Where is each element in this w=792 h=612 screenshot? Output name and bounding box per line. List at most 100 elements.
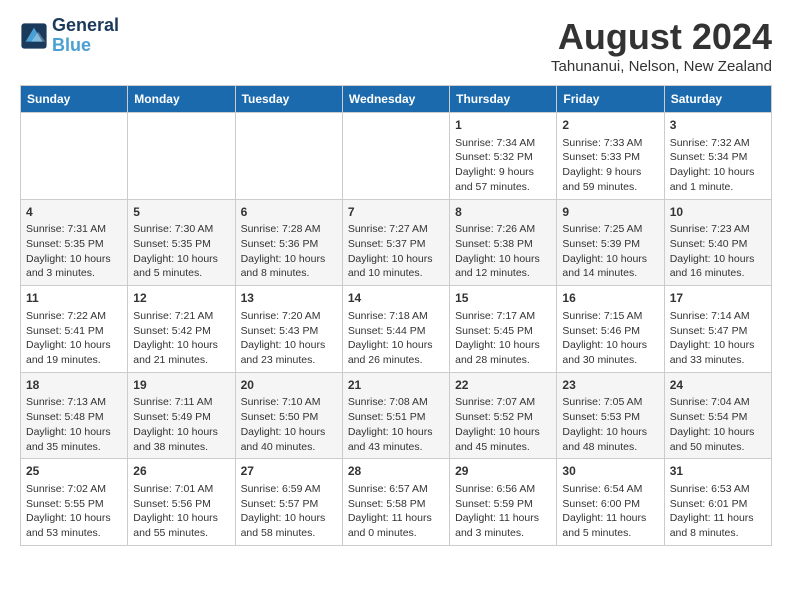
day-info: Sunrise: 7:26 AMSunset: 5:38 PMDaylight:… bbox=[455, 222, 551, 281]
day-info: Sunrise: 7:01 AMSunset: 5:56 PMDaylight:… bbox=[133, 482, 229, 541]
calendar-cell: 19Sunrise: 7:11 AMSunset: 5:49 PMDayligh… bbox=[128, 372, 235, 459]
calendar-cell: 31 Sunrise: 6:53 AMSunset: 6:01 PMDayligh… bbox=[664, 459, 771, 546]
day-number: 25 bbox=[26, 463, 122, 480]
calendar-cell: 29 Sunrise: 6:56 AMSunset: 5:59 PMDayligh… bbox=[450, 459, 557, 546]
week-row-1: 4Sunrise: 7:31 AMSunset: 5:35 PMDaylight… bbox=[21, 199, 772, 286]
day-number: 31 bbox=[670, 463, 766, 480]
logo-line1: General bbox=[52, 16, 119, 36]
logo: General Blue bbox=[20, 16, 119, 56]
calendar-cell: 20Sunrise: 7:10 AMSunset: 5:50 PMDayligh… bbox=[235, 372, 342, 459]
week-row-3: 18Sunrise: 7:13 AMSunset: 5:48 PMDayligh… bbox=[21, 372, 772, 459]
day-info: Sunrise: 7:08 AMSunset: 5:51 PMDaylight:… bbox=[348, 395, 444, 454]
header-wednesday: Wednesday bbox=[342, 86, 449, 113]
day-number: 15 bbox=[455, 290, 551, 307]
day-number: 3 bbox=[670, 117, 766, 134]
day-number: 19 bbox=[133, 377, 229, 394]
day-info: Sunrise: 7:23 AMSunset: 5:40 PMDaylight:… bbox=[670, 222, 766, 281]
main-title: August 2024 bbox=[551, 16, 772, 58]
subtitle: Tahunanui, Nelson, New Zealand bbox=[551, 58, 772, 75]
day-number: 10 bbox=[670, 204, 766, 221]
calendar-cell: 26 Sunrise: 7:01 AMSunset: 5:56 PMDayligh… bbox=[128, 459, 235, 546]
day-info: Sunrise: 7:21 AMSunset: 5:42 PMDaylight:… bbox=[133, 309, 229, 368]
day-info: Sunrise: 7:02 AMSunset: 5:55 PMDaylight:… bbox=[26, 482, 122, 541]
day-info: Sunrise: 6:54 AMSunset: 6:00 PMDaylight:… bbox=[562, 482, 658, 541]
calendar-cell: 14Sunrise: 7:18 AMSunset: 5:44 PMDayligh… bbox=[342, 286, 449, 373]
day-number: 29 bbox=[455, 463, 551, 480]
day-info: Sunrise: 7:32 AMSunset: 5:34 PMDaylight:… bbox=[670, 136, 766, 195]
calendar-cell bbox=[235, 113, 342, 200]
day-info: Sunrise: 6:59 AMSunset: 5:57 PMDaylight:… bbox=[241, 482, 337, 541]
header: General Blue August 2024 Tahunanui, Nels… bbox=[20, 16, 772, 75]
day-number: 6 bbox=[241, 204, 337, 221]
week-row-4: 25 Sunrise: 7:02 AMSunset: 5:55 PMDayligh… bbox=[21, 459, 772, 546]
calendar-cell: 17Sunrise: 7:14 AMSunset: 5:47 PMDayligh… bbox=[664, 286, 771, 373]
calendar-cell: 16 Sunrise: 7:15 AMSunset: 5:46 PMDayligh… bbox=[557, 286, 664, 373]
day-info: Sunrise: 7:28 AMSunset: 5:36 PMDaylight:… bbox=[241, 222, 337, 281]
calendar-cell: 18Sunrise: 7:13 AMSunset: 5:48 PMDayligh… bbox=[21, 372, 128, 459]
day-info: Sunrise: 6:57 AMSunset: 5:58 PMDaylight:… bbox=[348, 482, 444, 541]
calendar-cell bbox=[342, 113, 449, 200]
header-monday: Monday bbox=[128, 86, 235, 113]
logo-line2: Blue bbox=[52, 35, 91, 55]
day-info: Sunrise: 6:53 AMSunset: 6:01 PMDaylight:… bbox=[670, 482, 766, 541]
calendar-cell: 27 Sunrise: 6:59 AMSunset: 5:57 PMDayligh… bbox=[235, 459, 342, 546]
day-number: 27 bbox=[241, 463, 337, 480]
day-number: 17 bbox=[670, 290, 766, 307]
day-info: Sunrise: 7:13 AMSunset: 5:48 PMDaylight:… bbox=[26, 395, 122, 454]
day-info: Sunrise: 7:11 AMSunset: 5:49 PMDaylight:… bbox=[133, 395, 229, 454]
day-info: Sunrise: 7:33 AMSunset: 5:33 PMDaylight:… bbox=[562, 136, 658, 195]
calendar-cell: 13Sunrise: 7:20 AMSunset: 5:43 PMDayligh… bbox=[235, 286, 342, 373]
page: General Blue August 2024 Tahunanui, Nels… bbox=[0, 0, 792, 562]
day-info: Sunrise: 7:18 AMSunset: 5:44 PMDaylight:… bbox=[348, 309, 444, 368]
day-info: Sunrise: 6:56 AMSunset: 5:59 PMDaylight:… bbox=[455, 482, 551, 541]
calendar-cell: 21Sunrise: 7:08 AMSunset: 5:51 PMDayligh… bbox=[342, 372, 449, 459]
calendar-cell: 30 Sunrise: 6:54 AMSunset: 6:00 PMDayligh… bbox=[557, 459, 664, 546]
day-number: 5 bbox=[133, 204, 229, 221]
day-number: 12 bbox=[133, 290, 229, 307]
calendar-cell bbox=[21, 113, 128, 200]
calendar-cell: 25 Sunrise: 7:02 AMSunset: 5:55 PMDayligh… bbox=[21, 459, 128, 546]
day-number: 2 bbox=[562, 117, 658, 134]
calendar-cell: 7Sunrise: 7:27 AMSunset: 5:37 PMDaylight… bbox=[342, 199, 449, 286]
day-info: Sunrise: 7:27 AMSunset: 5:37 PMDaylight:… bbox=[348, 222, 444, 281]
calendar-cell: 28Sunrise: 6:57 AMSunset: 5:58 PMDayligh… bbox=[342, 459, 449, 546]
day-info: Sunrise: 7:15 AMSunset: 5:46 PMDaylight:… bbox=[562, 309, 658, 368]
day-info: Sunrise: 7:05 AMSunset: 5:53 PMDaylight:… bbox=[562, 395, 658, 454]
day-number: 21 bbox=[348, 377, 444, 394]
day-number: 9 bbox=[562, 204, 658, 221]
day-number: 13 bbox=[241, 290, 337, 307]
day-number: 1 bbox=[455, 117, 551, 134]
calendar-table: SundayMondayTuesdayWednesdayThursdayFrid… bbox=[20, 85, 772, 546]
day-number: 20 bbox=[241, 377, 337, 394]
calendar-cell: 23Sunrise: 7:05 AMSunset: 5:53 PMDayligh… bbox=[557, 372, 664, 459]
calendar-cell: 6Sunrise: 7:28 AMSunset: 5:36 PMDaylight… bbox=[235, 199, 342, 286]
calendar-cell: 1Sunrise: 7:34 AMSunset: 5:32 PMDaylight… bbox=[450, 113, 557, 200]
calendar-cell: 3 Sunrise: 7:32 AMSunset: 5:34 PMDaylight… bbox=[664, 113, 771, 200]
calendar-cell: 10Sunrise: 7:23 AMSunset: 5:40 PMDayligh… bbox=[664, 199, 771, 286]
week-row-0: 1Sunrise: 7:34 AMSunset: 5:32 PMDaylight… bbox=[21, 113, 772, 200]
day-number: 11 bbox=[26, 290, 122, 307]
day-info: Sunrise: 7:17 AMSunset: 5:45 PMDaylight:… bbox=[455, 309, 551, 368]
calendar-cell: 4Sunrise: 7:31 AMSunset: 5:35 PMDaylight… bbox=[21, 199, 128, 286]
header-tuesday: Tuesday bbox=[235, 86, 342, 113]
day-number: 26 bbox=[133, 463, 229, 480]
logo-icon bbox=[20, 22, 48, 50]
header-saturday: Saturday bbox=[664, 86, 771, 113]
calendar-cell: 12 Sunrise: 7:21 AMSunset: 5:42 PMDayligh… bbox=[128, 286, 235, 373]
day-info: Sunrise: 7:04 AMSunset: 5:54 PMDaylight:… bbox=[670, 395, 766, 454]
day-info: Sunrise: 7:31 AMSunset: 5:35 PMDaylight:… bbox=[26, 222, 122, 281]
calendar-cell: 15 Sunrise: 7:17 AMSunset: 5:45 PMDayligh… bbox=[450, 286, 557, 373]
day-info: Sunrise: 7:10 AMSunset: 5:50 PMDaylight:… bbox=[241, 395, 337, 454]
day-number: 4 bbox=[26, 204, 122, 221]
calendar-cell: 9Sunrise: 7:25 AMSunset: 5:39 PMDaylight… bbox=[557, 199, 664, 286]
day-info: Sunrise: 7:25 AMSunset: 5:39 PMDaylight:… bbox=[562, 222, 658, 281]
header-sunday: Sunday bbox=[21, 86, 128, 113]
calendar-cell: 2 Sunrise: 7:33 AMSunset: 5:33 PMDaylight… bbox=[557, 113, 664, 200]
calendar-cell: 8Sunrise: 7:26 AMSunset: 5:38 PMDaylight… bbox=[450, 199, 557, 286]
calendar-cell: 22Sunrise: 7:07 AMSunset: 5:52 PMDayligh… bbox=[450, 372, 557, 459]
calendar-cell: 11Sunrise: 7:22 AMSunset: 5:41 PMDayligh… bbox=[21, 286, 128, 373]
title-block: August 2024 Tahunanui, Nelson, New Zeala… bbox=[551, 16, 772, 75]
day-number: 30 bbox=[562, 463, 658, 480]
header-friday: Friday bbox=[557, 86, 664, 113]
day-number: 16 bbox=[562, 290, 658, 307]
